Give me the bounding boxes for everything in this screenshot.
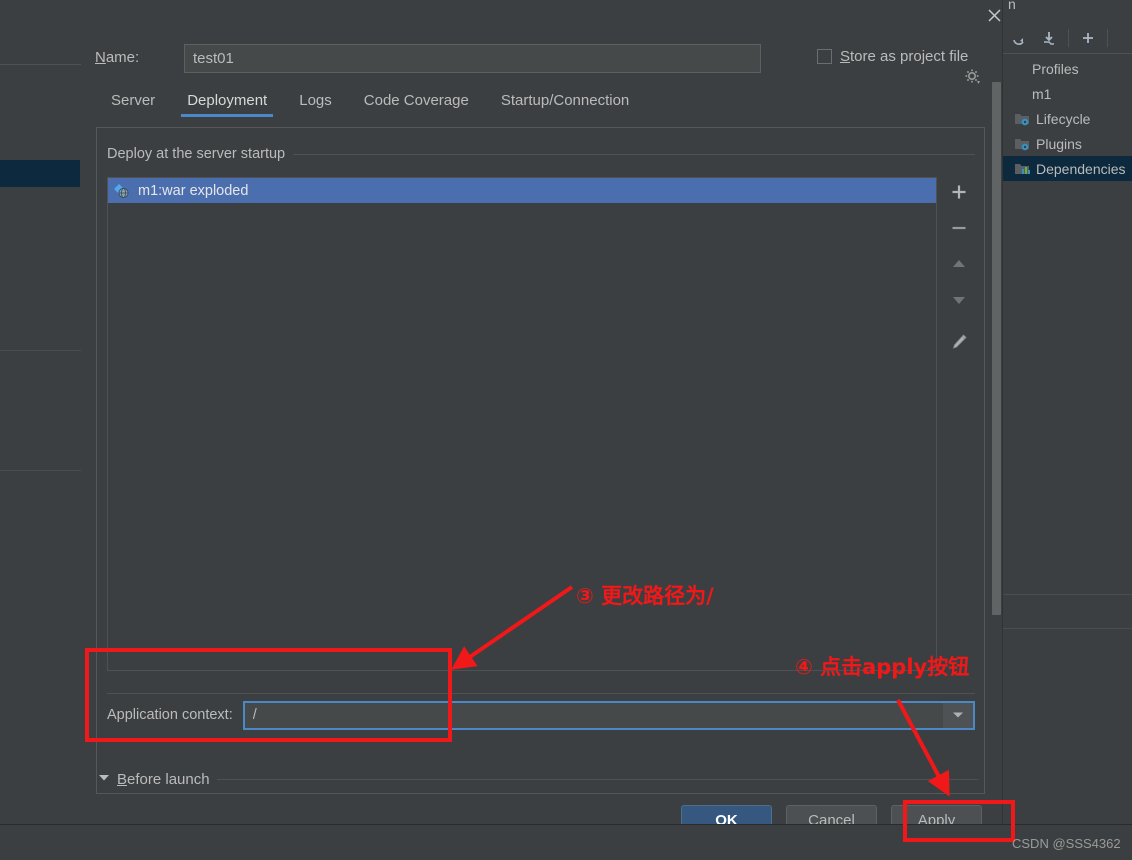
maven-tree-item-profiles[interactable]: Profiles bbox=[1000, 56, 1132, 81]
maven-tree-item-m1[interactable]: m1 bbox=[1000, 81, 1132, 106]
list-item[interactable]: m1:war exploded bbox=[108, 178, 936, 203]
tab-server[interactable]: Server bbox=[95, 90, 171, 117]
before-launch-section[interactable]: Before launch bbox=[98, 768, 978, 790]
maven-tree-label: m1 bbox=[1032, 85, 1052, 102]
chevron-down-icon[interactable] bbox=[943, 702, 973, 728]
maven-toolbar bbox=[1000, 22, 1132, 54]
name-input[interactable] bbox=[184, 44, 761, 73]
add-maven-project-icon[interactable] bbox=[1077, 27, 1099, 49]
add-button[interactable] bbox=[944, 177, 974, 207]
download-sources-icon[interactable] bbox=[1038, 27, 1060, 49]
deploy-group-header: Deploy at the server startup bbox=[107, 146, 975, 162]
dialog-tabs: Server Deployment Logs Code Coverage Sta… bbox=[95, 90, 1000, 123]
tab-code-coverage[interactable]: Code Coverage bbox=[348, 90, 485, 117]
before-launch-divider bbox=[216, 778, 978, 780]
maven-toolbar-separator bbox=[1068, 28, 1069, 47]
maven-tree-label: Profiles bbox=[1032, 60, 1079, 77]
folder-gear-icon bbox=[1014, 111, 1032, 127]
ide-left-panel bbox=[0, 64, 82, 825]
maven-tree-label: Plugins bbox=[1036, 135, 1082, 152]
deploy-list[interactable]: m1:war exploded bbox=[107, 177, 937, 671]
close-icon[interactable] bbox=[976, 0, 1012, 30]
spacer-icon bbox=[1010, 61, 1028, 77]
ide-left-selected-row[interactable] bbox=[0, 160, 80, 187]
application-context-label: Application context: bbox=[107, 707, 233, 723]
maven-tree-item-plugins[interactable]: Plugins bbox=[1000, 131, 1132, 156]
war-artifact-icon bbox=[114, 183, 132, 199]
gear-icon[interactable] bbox=[964, 68, 984, 88]
maven-tree-item-lifecycle[interactable]: Lifecycle bbox=[1000, 106, 1132, 131]
maven-tree: Profiles m1 Lifecycle Plugins Dependenci… bbox=[1000, 56, 1132, 181]
watermark: CSDN @SSS4362 bbox=[1012, 836, 1121, 851]
tab-startup-connection[interactable]: Startup/Connection bbox=[485, 90, 645, 117]
deployment-panel: Deploy at the server startup m1:war expl… bbox=[96, 127, 985, 794]
list-item-label: m1:war exploded bbox=[138, 182, 249, 199]
remove-button[interactable] bbox=[944, 213, 974, 243]
group-divider-line bbox=[293, 153, 975, 155]
move-down-button[interactable] bbox=[944, 285, 974, 315]
ide-left-divider-1 bbox=[0, 350, 81, 351]
maven-tool-window: n Profiles m1 Lifecycle Plugins Dependen… bbox=[999, 0, 1132, 824]
maven-tree-label: Lifecycle bbox=[1036, 110, 1091, 127]
maven-toolbar-separator-2 bbox=[1107, 28, 1108, 47]
folder-gear-icon bbox=[1014, 136, 1032, 152]
dialog-scrollbar-thumb[interactable] bbox=[992, 82, 1001, 615]
application-context-input[interactable] bbox=[244, 706, 943, 724]
ide-left-divider-2 bbox=[0, 470, 81, 471]
screenshot-root: n Profiles m1 Lifecycle Plugins Dependen… bbox=[0, 0, 1132, 860]
maven-tree-label: Dependencies bbox=[1036, 160, 1126, 177]
chevron-down-icon[interactable] bbox=[98, 773, 110, 785]
maven-divider-1 bbox=[1000, 594, 1132, 595]
store-as-project-file-label: Store as project file bbox=[840, 48, 969, 65]
tab-logs[interactable]: Logs bbox=[283, 90, 348, 117]
ide-bottom-strip bbox=[0, 824, 1132, 860]
spacer-icon bbox=[1010, 86, 1028, 102]
edit-button[interactable] bbox=[944, 327, 974, 357]
before-launch-label: Before launch bbox=[117, 770, 210, 788]
folder-chart-icon bbox=[1014, 161, 1032, 177]
run-debug-configurations-dialog: Name: Store as project file bbox=[81, 0, 1003, 848]
store-as-project-file-row[interactable]: Store as project file bbox=[817, 48, 968, 65]
maven-divider-2 bbox=[1000, 628, 1132, 629]
deploy-list-toolbar bbox=[942, 177, 976, 477]
deploy-group-title: Deploy at the server startup bbox=[107, 146, 286, 162]
store-as-project-file-checkbox[interactable] bbox=[817, 49, 832, 64]
name-row: Name: Store as project file bbox=[95, 44, 1000, 84]
tab-deployment[interactable]: Deployment bbox=[171, 90, 283, 117]
name-label: Name: bbox=[95, 49, 140, 66]
application-context-row: Application context: bbox=[107, 699, 975, 731]
application-context-separator bbox=[107, 693, 975, 694]
application-context-combo[interactable] bbox=[242, 700, 975, 730]
maven-tree-item-dependencies[interactable]: Dependencies bbox=[1000, 156, 1132, 181]
move-up-button[interactable] bbox=[944, 249, 974, 279]
